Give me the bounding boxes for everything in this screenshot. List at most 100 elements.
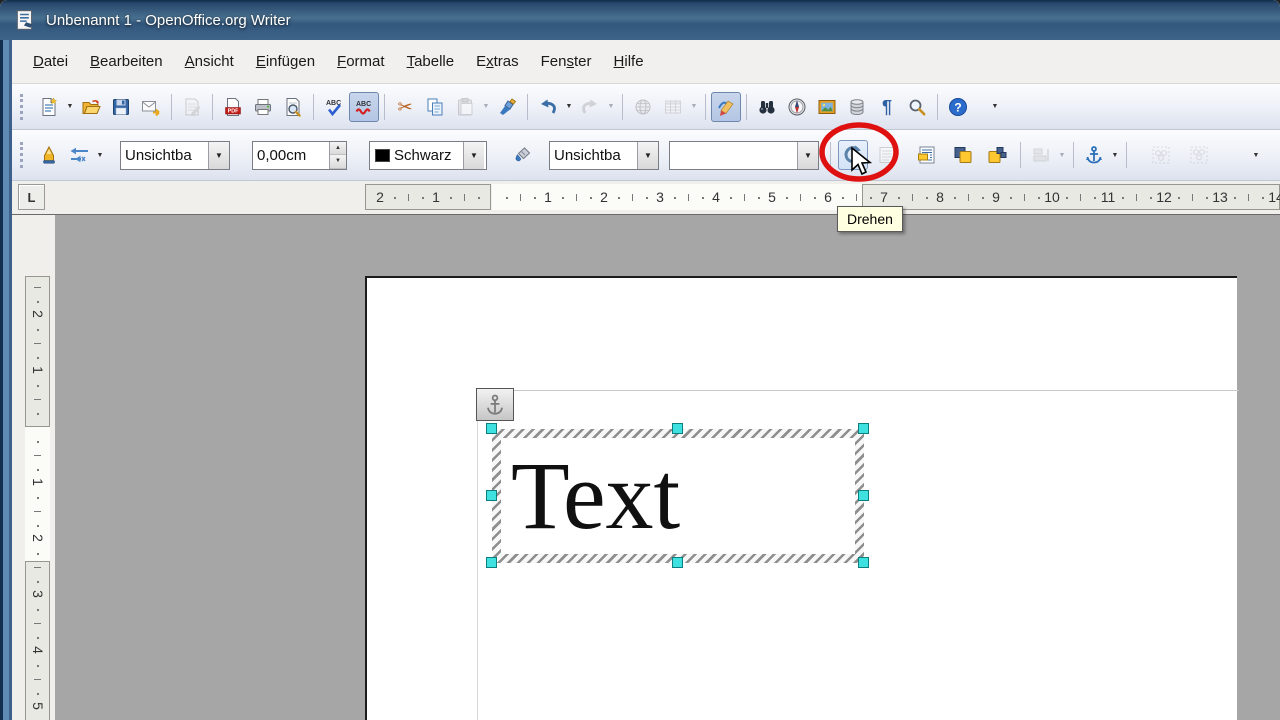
- new-document-button[interactable]: [34, 92, 64, 122]
- export-pdf-button[interactable]: PDF: [218, 92, 248, 122]
- edit-file-button[interactable]: [177, 92, 207, 122]
- spellcheck-button[interactable]: ABC: [319, 92, 349, 122]
- line-dialog-button[interactable]: [34, 140, 64, 170]
- selection-handle[interactable]: [672, 423, 683, 434]
- window-title: Unbenannt 1 - OpenOffice.org Writer: [46, 11, 291, 29]
- line-color-combo[interactable]: Schwarz: [369, 140, 487, 170]
- redo-button[interactable]: [575, 92, 605, 122]
- alignment-icon: [1033, 148, 1049, 162]
- fill-color-dropdown-button[interactable]: [797, 141, 818, 169]
- line-style-value: Unsichtba: [125, 146, 192, 164]
- navigator-button[interactable]: [782, 92, 812, 122]
- format-paintbrush-button[interactable]: [492, 92, 522, 122]
- horizontal-ruler[interactable]: 1 2 1 2 3 4 5 6 7 8 9 10 11 12 13 14: [55, 183, 1280, 212]
- menu-fenster[interactable]: Fenster: [530, 48, 603, 75]
- paste-dropdown[interactable]: [480, 92, 492, 122]
- toolbar-separator: [746, 93, 747, 120]
- selection-handle[interactable]: [858, 423, 869, 434]
- navigator-compass-icon: [788, 98, 806, 115]
- frame-anchor-marker[interactable]: [476, 388, 514, 421]
- spellcheck-icon: ABC: [326, 100, 341, 116]
- magnifier-icon: [909, 99, 926, 115]
- wrap-button[interactable]: [912, 140, 942, 170]
- line-color-dropdown-button[interactable]: [463, 141, 484, 169]
- send-email-button[interactable]: [136, 92, 166, 122]
- menu-hilfe[interactable]: Hilfe: [603, 48, 655, 75]
- anchor-dropdown[interactable]: [1109, 140, 1121, 170]
- title-bar[interactable]: Unbenannt 1 - OpenOffice.org Writer: [0, 0, 1280, 40]
- selection-handle[interactable]: [858, 490, 869, 501]
- ruler-number: 14: [1268, 189, 1280, 205]
- selection-handle[interactable]: [486, 490, 497, 501]
- menu-datei[interactable]: Datei: [22, 48, 79, 75]
- undo-button[interactable]: [533, 92, 563, 122]
- wrap-contour-button[interactable]: [872, 140, 902, 170]
- auto-spellcheck-button[interactable]: ABC: [349, 91, 379, 122]
- save-button[interactable]: [106, 92, 136, 122]
- anchor-button[interactable]: [1079, 140, 1109, 170]
- arrow-style-dropdown[interactable]: [94, 140, 106, 170]
- document-page[interactable]: Text: [365, 276, 1239, 720]
- nonprinting-characters-button[interactable]: ¶: [872, 92, 902, 122]
- text-frame[interactable]: Text: [492, 429, 864, 563]
- insert-table-dropdown[interactable]: [688, 92, 700, 122]
- zoom-button[interactable]: [902, 92, 932, 122]
- menu-einfügen[interactable]: Einfügen: [245, 48, 326, 75]
- print-button[interactable]: [248, 92, 278, 122]
- copy-button[interactable]: [420, 92, 450, 122]
- data-sources-button[interactable]: [842, 92, 872, 122]
- toolbar-grip[interactable]: [20, 93, 25, 120]
- toolbar-grip[interactable]: [20, 142, 25, 168]
- menu-ansicht[interactable]: Ansicht: [174, 48, 245, 75]
- tab-stop-selector[interactable]: L: [18, 184, 45, 210]
- line-style-combo[interactable]: Unsichtba: [120, 140, 230, 170]
- ungroup-button[interactable]: [1184, 140, 1214, 170]
- page-preview-button[interactable]: [278, 92, 308, 122]
- area-style-dropdown-button[interactable]: [637, 141, 658, 169]
- line-style-dropdown-button[interactable]: [208, 141, 229, 169]
- line-width-spin-buttons[interactable]: ▲ ▼: [329, 141, 346, 169]
- menu-bearbeiten[interactable]: Bearbeiten: [79, 48, 174, 75]
- send-to-back-button[interactable]: [982, 140, 1012, 170]
- frame-text[interactable]: Text: [501, 438, 855, 554]
- bring-to-front-button[interactable]: [948, 140, 978, 170]
- show-draw-functions-button[interactable]: [711, 91, 741, 122]
- toolbar-separator: [705, 93, 706, 120]
- area-style-combo[interactable]: Unsichtba: [549, 140, 659, 170]
- redo-dropdown[interactable]: [605, 92, 617, 122]
- new-document-dropdown[interactable]: [64, 92, 76, 122]
- toolbar-overflow-button[interactable]: [1250, 140, 1262, 170]
- selection-handle[interactable]: [858, 557, 869, 568]
- menu-extras[interactable]: Extras: [465, 48, 530, 75]
- menu-format[interactable]: Format: [326, 48, 396, 75]
- find-replace-button[interactable]: [752, 92, 782, 122]
- gallery-button[interactable]: [812, 92, 842, 122]
- line-width-spinner[interactable]: 0,00cm ▲ ▼: [252, 140, 347, 170]
- rotate-button[interactable]: [838, 140, 868, 170]
- area-button[interactable]: [507, 140, 537, 170]
- vertical-ruler[interactable]: 1 2 1 2 3 4 5: [24, 223, 52, 720]
- selection-handle[interactable]: [486, 557, 497, 568]
- insert-table-button[interactable]: [658, 92, 688, 122]
- pilcrow-icon: ¶: [881, 96, 892, 117]
- hyperlink-button[interactable]: [628, 92, 658, 122]
- toolbar-overflow-button[interactable]: [989, 92, 1001, 122]
- help-button[interactable]: ?: [943, 92, 973, 122]
- cut-button[interactable]: ✂: [390, 92, 420, 122]
- ruler-number: 2: [30, 534, 46, 542]
- paint-can-icon: [515, 147, 531, 162]
- toolbar-separator: [527, 93, 528, 120]
- ruler-number: 4: [712, 189, 720, 205]
- pdf-icon: PDF: [225, 97, 241, 116]
- alignment-button[interactable]: [1026, 140, 1056, 170]
- fill-color-combo[interactable]: [669, 140, 819, 170]
- selection-handle[interactable]: [486, 423, 497, 434]
- arrow-style-button[interactable]: [64, 140, 94, 170]
- open-button[interactable]: [76, 92, 106, 122]
- undo-dropdown[interactable]: [563, 92, 575, 122]
- selection-handle[interactable]: [672, 557, 683, 568]
- menu-tabelle[interactable]: Tabelle: [396, 48, 466, 75]
- paste-button[interactable]: [450, 92, 480, 122]
- alignment-dropdown[interactable]: [1056, 140, 1068, 170]
- group-button[interactable]: [1146, 140, 1176, 170]
